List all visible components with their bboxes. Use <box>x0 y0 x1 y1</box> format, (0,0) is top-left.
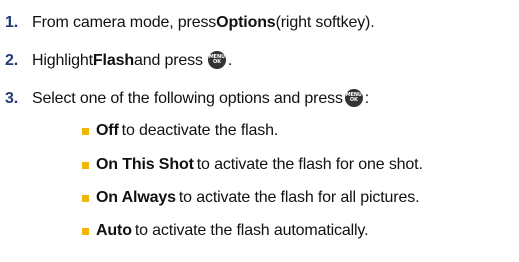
instructions: 1. From camera mode, press Options (righ… <box>0 0 519 262</box>
option-name: Off <box>96 122 119 139</box>
step-2: 2. Highlight Flash and press MENU OK . <box>0 48 232 74</box>
option-name: Auto <box>96 222 132 239</box>
options-key-label: Options <box>216 14 276 31</box>
menu-ok-key-icon: MENU OK <box>207 51 226 69</box>
option-item-on-always: On Always to activate the flash for all … <box>82 185 420 211</box>
bullet-icon <box>82 161 89 169</box>
option-description: to activate the flash automatically. <box>134 222 369 239</box>
bullet-icon <box>82 127 89 135</box>
option-description: to activate the flash for one shot. <box>196 156 423 173</box>
bullet-icon <box>82 194 89 202</box>
step-text: From camera mode, press <box>32 14 217 31</box>
step-text-end: (right softkey). <box>275 14 375 31</box>
step-number: 3. <box>5 90 19 107</box>
option-item-auto: Auto to activate the flash automatically… <box>82 218 369 244</box>
step-text-end: : <box>364 90 370 107</box>
menu-ok-key-icon: MENU OK <box>344 89 363 107</box>
step-1: 1. From camera mode, press Options (righ… <box>0 10 375 36</box>
bullet-icon <box>82 227 89 235</box>
option-item-on-this-shot: On This Shot to activate the flash for o… <box>82 152 423 178</box>
option-name: On This Shot <box>96 156 194 173</box>
step-number: 2. <box>5 52 19 69</box>
step-text: Select one of the following options and … <box>32 90 343 107</box>
option-description: to deactivate the flash. <box>121 122 279 139</box>
step-3: 3. Select one of the following options a… <box>0 86 369 112</box>
flash-label: Flash <box>92 52 134 69</box>
step-text: Highlight <box>32 52 93 69</box>
step-text-end: . <box>227 52 233 69</box>
option-item-off: Off to deactivate the flash. <box>82 118 278 144</box>
option-description: to activate the flash for all pictures. <box>178 189 420 206</box>
step-text-mid: and press <box>133 52 203 69</box>
step-number: 1. <box>5 14 19 31</box>
option-name: On Always <box>96 189 176 206</box>
